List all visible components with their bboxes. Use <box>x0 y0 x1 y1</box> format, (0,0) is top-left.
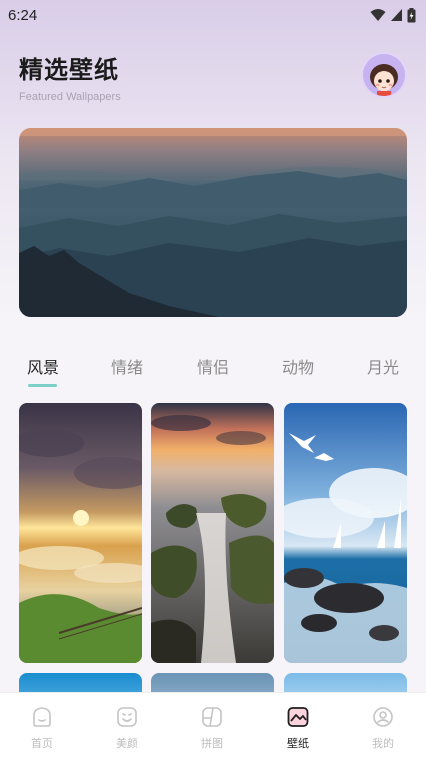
tab-scenery[interactable]: 风景 <box>27 354 59 378</box>
nav-wallpaper[interactable]: 壁纸 <box>268 705 328 751</box>
nav-collage[interactable]: 拼图 <box>182 705 242 751</box>
wifi-icon <box>370 9 386 21</box>
nav-beauty[interactable]: 美颜 <box>97 705 157 751</box>
nav-home-label: 首页 <box>31 737 53 750</box>
bottom-nav: 首页 美颜 拼图 壁纸 我的 <box>0 692 426 758</box>
avatar-cartoon-girl <box>363 54 405 96</box>
tab-animal[interactable]: 动物 <box>282 354 314 378</box>
header: 精选壁纸 Featured Wallpapers <box>19 50 407 110</box>
featured-banner[interactable] <box>19 128 407 317</box>
avatar[interactable] <box>361 52 407 98</box>
wallpaper-waterfall-rocks-image <box>151 403 274 663</box>
collage-icon <box>202 707 222 727</box>
signal-icon <box>391 9 402 21</box>
tab-moonlight[interactable]: 月光 <box>367 354 399 378</box>
wallpaper-card-seagulls-sea[interactable] <box>284 403 407 663</box>
tab-mood[interactable]: 情绪 <box>111 354 143 378</box>
nav-profile-label: 我的 <box>372 737 394 750</box>
wallpaper-icon <box>287 707 309 727</box>
category-tabs: 风景 情绪 情侣 动物 月光 <box>0 350 426 390</box>
status-bar: 6:24 <box>0 0 426 30</box>
nav-collage-label: 拼图 <box>201 737 223 750</box>
nav-wallpaper-label: 壁纸 <box>287 737 309 750</box>
wallpaper-sunset-clouds-image <box>19 403 142 663</box>
page-subtitle: Featured Wallpapers <box>19 91 121 103</box>
wallpaper-seagulls-sea-image <box>284 403 407 663</box>
home-icon <box>33 707 51 727</box>
status-time: 6:24 <box>8 6 38 24</box>
wallpaper-card-sunset-clouds[interactable] <box>19 403 142 663</box>
tab-couple[interactable]: 情侣 <box>197 354 229 378</box>
banner-mountain-sunset-image <box>19 128 407 317</box>
nav-beauty-label: 美颜 <box>116 737 138 750</box>
beauty-face-icon <box>117 707 137 727</box>
status-icons <box>370 7 416 23</box>
tab-active-indicator <box>28 384 57 387</box>
wallpaper-card-waterfall-rocks[interactable] <box>151 403 274 663</box>
page-title: 精选壁纸 <box>19 56 119 84</box>
nav-profile[interactable]: 我的 <box>353 705 413 751</box>
battery-icon <box>407 7 416 22</box>
profile-icon <box>373 707 393 727</box>
nav-home[interactable]: 首页 <box>12 705 72 751</box>
